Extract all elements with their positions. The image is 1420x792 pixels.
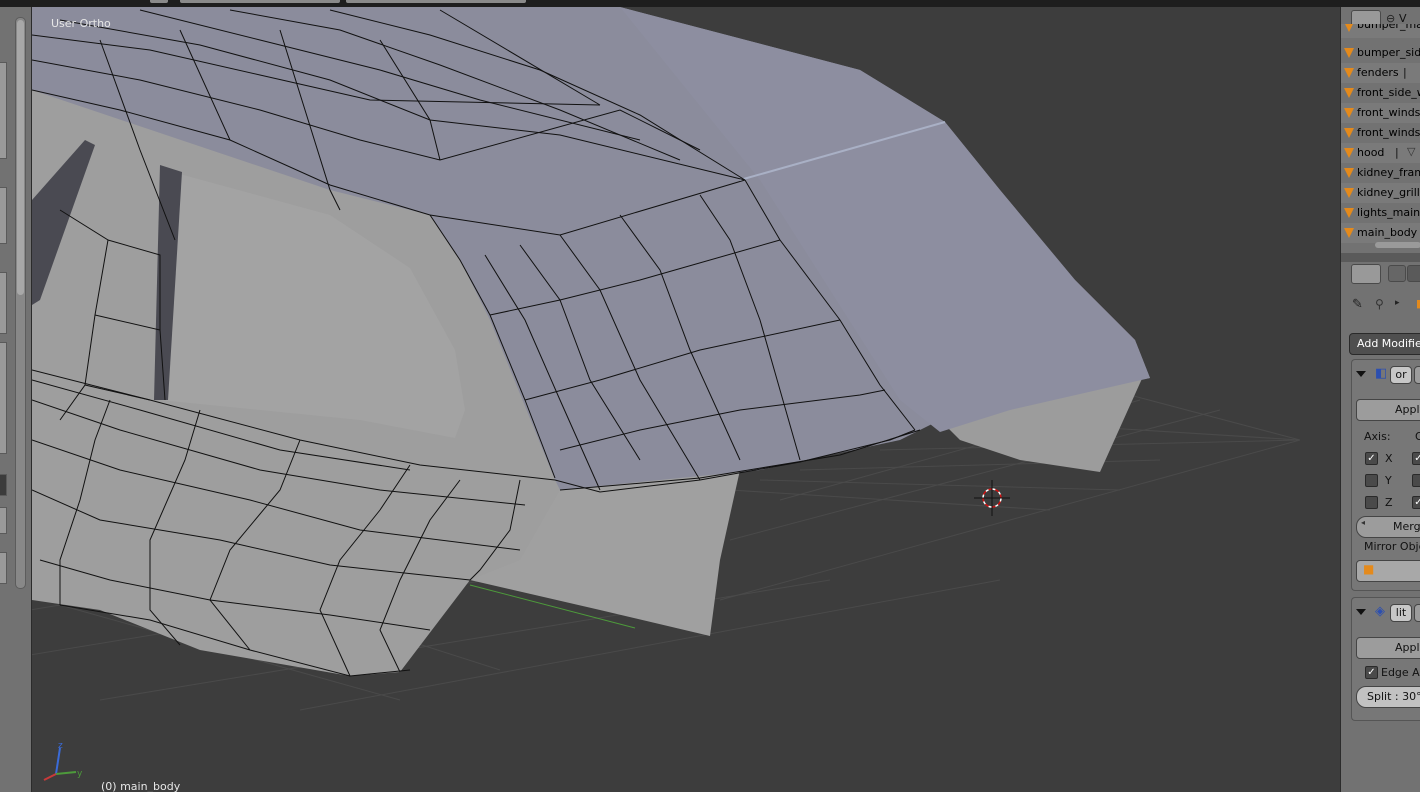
object-cube-icon: ■ [1416, 297, 1420, 310]
object-cube-icon: ■ [1363, 562, 1375, 576]
svg-text:y: y [77, 769, 83, 779]
tool-tab-create[interactable] [0, 187, 7, 244]
modifier-name-field[interactable]: or [1390, 366, 1412, 384]
mirror-modifier-panel: ◧ or Apply Axis: O ✓ X ✓ Y Z ✓ Merge ◂ M… [1351, 359, 1420, 591]
outliner-item[interactable]: hood | ▽ [1341, 143, 1420, 163]
outliner-item[interactable]: lights_main [1341, 203, 1420, 223]
outliner-item[interactable]: fenders | [1341, 63, 1420, 83]
mesh-object-icon [1344, 108, 1354, 118]
active-object-label: (0) main_body [101, 780, 181, 792]
panel-divider [1341, 253, 1420, 262]
outliner-item[interactable]: bumper_main [1341, 24, 1420, 38]
mesh-object-icon [1344, 24, 1354, 32]
mesh-object-icon [1344, 148, 1354, 158]
screen-layout-selector[interactable] [180, 0, 340, 3]
tool-tab-relations[interactable] [0, 272, 7, 334]
3d-cursor[interactable] [974, 480, 1010, 516]
outliner-item[interactable]: front_side_wi [1341, 83, 1420, 103]
collapse-triangle-icon[interactable] [1356, 609, 1366, 615]
outliner-item[interactable]: kidney_grill [1341, 183, 1420, 203]
scene-selector[interactable] [346, 0, 526, 3]
vertex-groups-checkbox[interactable] [1412, 474, 1420, 487]
mirror-modifier-icon: ◧ [1375, 366, 1388, 381]
viewport-scene: z y [32, 7, 1301, 781]
decrement-arrow-icon: ◂ [1361, 518, 1366, 527]
mesh-object-icon [1344, 48, 1354, 58]
tool-tab-active[interactable] [0, 474, 7, 496]
clipping-checkbox[interactable]: ✓ [1412, 452, 1420, 465]
outliner-item[interactable]: front_windsh [1341, 123, 1420, 143]
mesh-data-icon: ▽ [1407, 145, 1416, 158]
mesh-object-icon [1344, 68, 1354, 78]
axis-y-checkbox[interactable] [1365, 474, 1378, 487]
outliner-item[interactable]: bumper_side [1341, 43, 1420, 63]
axis-label: Axis: [1364, 430, 1391, 443]
axis-gizmo: z y [43, 741, 83, 781]
outliner-item[interactable]: kidney_frame [1341, 163, 1420, 183]
mesh-object-icon [1344, 168, 1354, 178]
edge-split-modifier-panel: ◈ lit Apply ✓ Edge An Split : 30° [1351, 597, 1420, 721]
right-panels: ⊖ V bumper_main bumper_side fenders | fr… [1340, 7, 1420, 792]
edge-angle-label: Edge An [1381, 666, 1420, 679]
outliner-item[interactable]: front_windsh [1341, 103, 1420, 123]
menu-button[interactable] [150, 0, 168, 3]
breadcrumb-arrow-icon: ▸ [1395, 298, 1400, 308]
properties-editor: ✎ ⚲ ▸ ■ Add Modifier ◧ or Apply Axis: O … [1341, 262, 1420, 792]
modifier-icon: | [1395, 146, 1399, 159]
axis-x-checkbox[interactable]: ✓ [1365, 452, 1378, 465]
svg-text:z: z [58, 741, 63, 751]
modifier-visibility-toggle[interactable] [1414, 366, 1420, 384]
modifier-icon: | [1403, 66, 1407, 79]
tool-shelf-scrollbar[interactable] [15, 17, 26, 589]
axis-z-checkbox[interactable] [1365, 496, 1378, 509]
mesh-object-icon [1344, 228, 1354, 238]
tool-shelf [0, 7, 32, 792]
mesh-object-icon [1344, 208, 1354, 218]
tool-tab-grease-pencil[interactable] [0, 552, 7, 584]
mesh-object-icon [1344, 128, 1354, 138]
3d-viewport[interactable]: z y User Ortho (0) main_body [32, 7, 1340, 792]
top-header-bar [0, 0, 1420, 7]
apply-button[interactable]: Apply [1356, 637, 1420, 659]
merge-toggle-button[interactable]: Merge [1356, 516, 1420, 538]
mesh-object-icon [1344, 88, 1354, 98]
modifier-visibility-toggle[interactable] [1414, 604, 1420, 622]
modifier-name-field[interactable]: lit [1390, 604, 1412, 622]
properties-editor-type-button[interactable] [1351, 264, 1381, 284]
edge-angle-checkbox[interactable]: ✓ [1365, 666, 1378, 679]
outliner-item[interactable]: main_body [1341, 223, 1420, 243]
edge-split-modifier-icon: ◈ [1375, 604, 1385, 619]
textures-checkbox[interactable]: ✓ [1412, 496, 1420, 509]
options-label: O [1415, 430, 1420, 443]
tool-tab-animation[interactable] [0, 342, 7, 454]
pin-icon[interactable]: ✎ [1352, 297, 1363, 312]
outliner-scrollbar[interactable] [1375, 242, 1420, 248]
scene-context-icon[interactable] [1407, 265, 1420, 282]
split-angle-slider[interactable]: Split : 30° [1356, 686, 1420, 708]
tool-tab-physics[interactable] [0, 507, 7, 534]
tool-tab-tools[interactable] [0, 62, 7, 159]
render-context-icon[interactable] [1388, 265, 1406, 282]
scene-hierarchy-icon: ⚲ [1375, 297, 1384, 311]
mirror-object-label: Mirror Obje [1364, 540, 1420, 553]
add-modifier-button[interactable]: Add Modifier [1349, 333, 1420, 355]
outliner: ⊖ V bumper_main bumper_side fenders | fr… [1341, 7, 1420, 253]
apply-button[interactable]: Apply [1356, 399, 1420, 421]
mesh-object-icon [1344, 188, 1354, 198]
view-type-label: User Ortho [51, 17, 111, 30]
collapse-triangle-icon[interactable] [1356, 371, 1366, 377]
